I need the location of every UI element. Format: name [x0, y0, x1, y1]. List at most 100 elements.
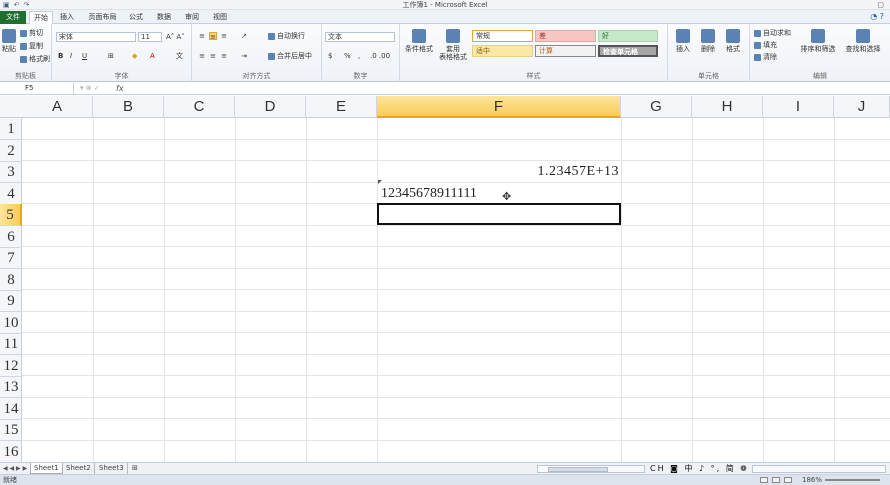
- tab-data[interactable]: 数据: [153, 11, 175, 24]
- row-header-8[interactable]: 8: [0, 269, 22, 291]
- row-header-15[interactable]: 15: [0, 419, 22, 441]
- insert-cells-button[interactable]: 插入: [672, 29, 694, 53]
- row-header-2[interactable]: 2: [0, 140, 22, 162]
- sheet-tab-1[interactable]: Sheet1: [30, 463, 63, 474]
- row-header-12[interactable]: 12: [0, 355, 22, 377]
- style-calculation[interactable]: 计算: [535, 45, 596, 57]
- row-header-13[interactable]: 13: [0, 376, 22, 398]
- row-header-5[interactable]: 5: [0, 204, 22, 226]
- page-break-view-icon[interactable]: [784, 477, 792, 483]
- align-bottom-button[interactable]: ≡: [220, 32, 228, 40]
- borders-button[interactable]: ⊞: [108, 52, 114, 61]
- row-header-11[interactable]: 11: [0, 333, 22, 355]
- sheet-nav-arrows[interactable]: ◀ ◀ ▶ ▶: [3, 463, 27, 474]
- column-header-g[interactable]: G: [621, 96, 692, 118]
- tab-view[interactable]: 视图: [209, 11, 231, 24]
- align-top-button[interactable]: ≡: [198, 32, 206, 40]
- percent-button[interactable]: %: [344, 52, 351, 61]
- format-painter-button[interactable]: 格式刷: [20, 55, 50, 64]
- row-header-1[interactable]: 1: [0, 118, 22, 140]
- fill-color-button[interactable]: ◆: [132, 52, 137, 61]
- tab-insert[interactable]: 插入: [56, 11, 78, 24]
- orientation-button[interactable]: ↗: [240, 32, 248, 40]
- find-select-button[interactable]: 查找和选择: [842, 29, 884, 53]
- column-header-e[interactable]: E: [306, 96, 377, 118]
- row-header-7[interactable]: 7: [0, 247, 22, 269]
- sort-filter-button[interactable]: 排序和筛选: [798, 29, 838, 53]
- column-header-b[interactable]: B: [93, 96, 164, 118]
- cell-f3[interactable]: 1.23457E+13: [378, 162, 619, 182]
- grow-font-button[interactable]: A˄ A˅: [166, 33, 185, 42]
- format-as-table-button[interactable]: 套用 表格格式: [436, 29, 470, 61]
- style-normal[interactable]: 常规: [472, 30, 533, 42]
- row-header-14[interactable]: 14: [0, 398, 22, 420]
- row-header-3[interactable]: 3: [0, 161, 22, 183]
- tab-formulas[interactable]: 公式: [125, 11, 147, 24]
- font-color-button[interactable]: A: [150, 52, 155, 61]
- cut-button[interactable]: 剪切: [20, 29, 43, 38]
- horizontal-scrollbar-right[interactable]: [752, 465, 886, 473]
- conditional-format-button[interactable]: 条件格式: [403, 29, 435, 53]
- fill-button[interactable]: 填充: [754, 41, 777, 50]
- italic-button[interactable]: I: [70, 52, 72, 61]
- phonetic-button[interactable]: 文: [176, 52, 183, 61]
- ime-toolbar[interactable]: CH ◙ 中 ♪ °, 简 ❁ ⁝: [650, 463, 758, 474]
- sheet-tab-3[interactable]: Sheet3: [96, 463, 128, 474]
- underline-button[interactable]: U: [82, 52, 87, 61]
- style-good[interactable]: 好: [598, 30, 658, 42]
- align-middle-button[interactable]: ≡: [209, 32, 217, 41]
- column-header-j[interactable]: J: [834, 96, 890, 118]
- row-header-4[interactable]: 4: [0, 183, 22, 205]
- font-size-select[interactable]: 11: [138, 32, 162, 42]
- decimal-button[interactable]: .0 .00: [370, 52, 390, 61]
- align-right-button[interactable]: ≡: [220, 52, 228, 60]
- align-center-button[interactable]: ≡: [209, 52, 217, 60]
- autosum-button[interactable]: 自动求和: [754, 29, 791, 38]
- sheet-tab-2[interactable]: Sheet2: [63, 463, 95, 474]
- comma-button[interactable]: ,: [358, 52, 360, 61]
- fx-icon[interactable]: fx: [116, 83, 124, 94]
- column-header-c[interactable]: C: [164, 96, 235, 118]
- indent-button[interactable]: ⇥: [240, 52, 248, 60]
- number-format-select[interactable]: 文本: [325, 32, 395, 42]
- cell-grid[interactable]: 1.23457E+13 12345678911111 ✥: [22, 118, 890, 462]
- clear-button[interactable]: 清除: [754, 53, 777, 62]
- tab-review[interactable]: 审阅: [181, 11, 203, 24]
- tab-home[interactable]: 开始: [29, 11, 53, 24]
- column-header-h[interactable]: H: [692, 96, 763, 118]
- zoom-slider[interactable]: [825, 479, 880, 481]
- column-header-d[interactable]: D: [235, 96, 306, 118]
- bold-button[interactable]: B: [58, 52, 63, 61]
- scrollbar-thumb[interactable]: [548, 467, 608, 472]
- column-header-f[interactable]: F: [377, 96, 621, 118]
- style-neutral[interactable]: 适中: [472, 45, 533, 57]
- row-header-16[interactable]: 16: [0, 441, 22, 463]
- help-icon[interactable]: ◔ ?: [870, 12, 884, 21]
- currency-button[interactable]: $: [328, 52, 332, 61]
- normal-view-icon[interactable]: [760, 477, 768, 483]
- horizontal-scrollbar[interactable]: [537, 465, 645, 473]
- page-layout-view-icon[interactable]: [772, 477, 780, 483]
- row-header-6[interactable]: 6: [0, 226, 22, 248]
- wrap-text-button[interactable]: 自动换行: [268, 32, 305, 41]
- column-header-i[interactable]: I: [763, 96, 834, 118]
- file-tab[interactable]: 文件: [0, 11, 26, 24]
- name-box[interactable]: F5: [0, 83, 74, 94]
- font-name-select[interactable]: 宋体: [56, 32, 136, 42]
- zoom-level[interactable]: 186%: [802, 475, 822, 485]
- align-left-button[interactable]: ≡: [198, 52, 206, 60]
- format-cells-button[interactable]: 格式: [722, 29, 744, 53]
- delete-cells-button[interactable]: 删除: [697, 29, 719, 53]
- merge-center-button[interactable]: 合并后居中: [268, 52, 312, 61]
- active-cell-f5[interactable]: [377, 203, 621, 225]
- column-header-a[interactable]: A: [22, 96, 93, 118]
- tab-page-layout[interactable]: 页面布局: [85, 11, 120, 24]
- style-check-cell[interactable]: 检查单元格: [598, 45, 658, 57]
- style-bad[interactable]: 差: [535, 30, 596, 42]
- restore-icon[interactable]: ▢: [877, 0, 884, 10]
- paste-button[interactable]: 粘贴: [2, 29, 16, 53]
- cell-f4[interactable]: 12345678911111: [381, 184, 477, 204]
- copy-button[interactable]: 复制: [20, 42, 43, 51]
- insert-sheet-icon[interactable]: ⊞: [129, 463, 141, 474]
- row-header-9[interactable]: 9: [0, 290, 22, 312]
